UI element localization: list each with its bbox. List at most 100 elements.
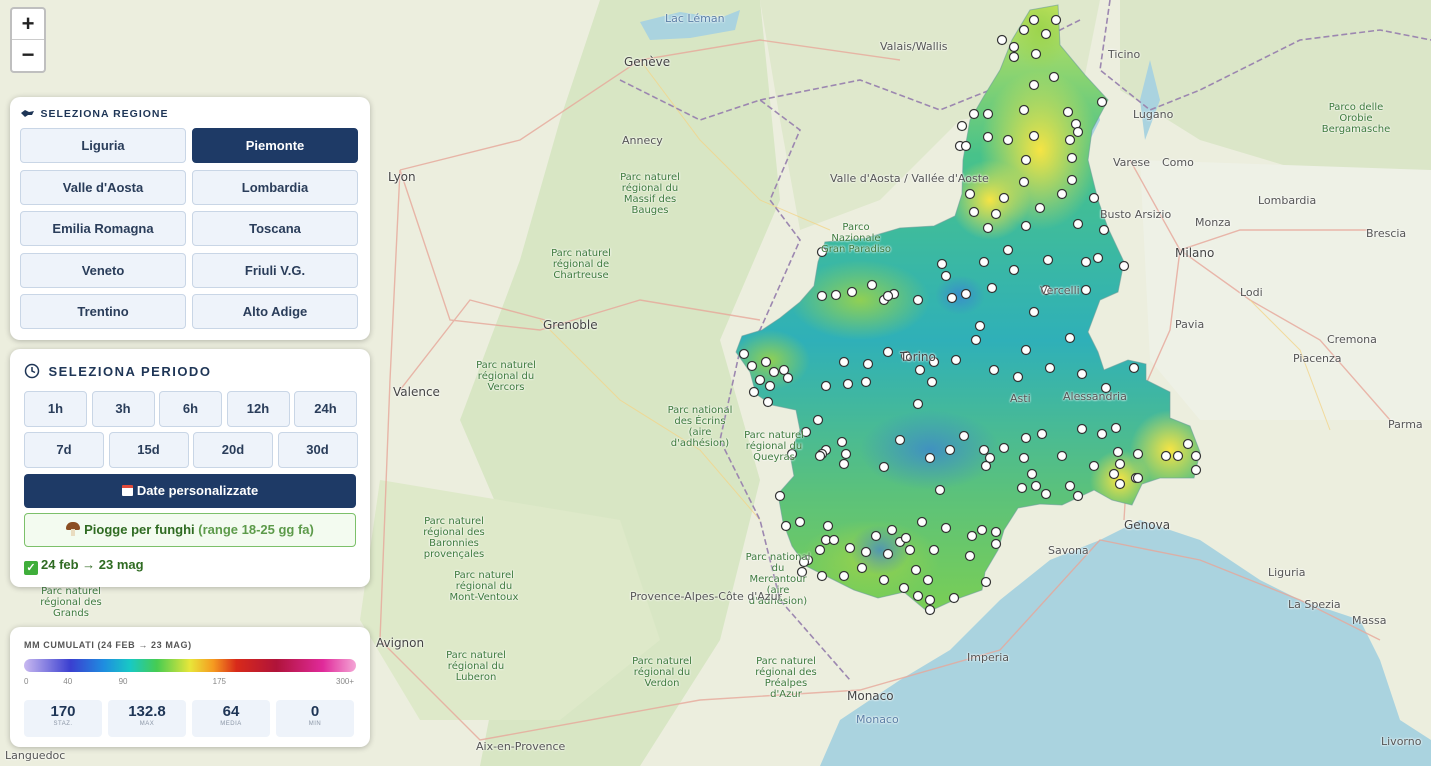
station-marker[interactable] — [1020, 432, 1032, 444]
station-marker[interactable] — [900, 532, 912, 544]
station-marker[interactable] — [1008, 264, 1020, 276]
station-marker[interactable] — [956, 120, 968, 132]
region-button-toscana[interactable]: Toscana — [192, 211, 358, 246]
station-marker[interactable] — [844, 542, 856, 554]
station-marker[interactable] — [1028, 79, 1040, 91]
station-marker[interactable] — [1018, 104, 1030, 116]
station-marker[interactable] — [990, 208, 1002, 220]
station-marker[interactable] — [774, 490, 786, 502]
station-marker[interactable] — [1056, 188, 1068, 200]
station-marker[interactable] — [958, 430, 970, 442]
station-marker[interactable] — [982, 108, 994, 120]
station-marker[interactable] — [1064, 134, 1076, 146]
station-marker[interactable] — [1096, 96, 1108, 108]
station-marker[interactable] — [860, 546, 872, 558]
station-marker[interactable] — [1076, 368, 1088, 380]
zoom-in-button[interactable]: + — [12, 9, 44, 40]
station-marker[interactable] — [1118, 260, 1130, 272]
station-marker[interactable] — [846, 286, 858, 298]
region-button-emilia-romagna[interactable]: Emilia Romagna — [20, 211, 186, 246]
station-marker[interactable] — [966, 530, 978, 542]
station-marker[interactable] — [738, 348, 750, 360]
station-marker[interactable] — [1044, 362, 1056, 374]
station-marker[interactable] — [816, 290, 828, 302]
station-marker[interactable] — [816, 570, 828, 582]
station-marker[interactable] — [1072, 490, 1084, 502]
period-button-15d[interactable]: 15d — [108, 432, 189, 468]
custom-dates-button[interactable]: Date personalizzate — [24, 474, 356, 508]
station-marker[interactable] — [1028, 14, 1040, 26]
station-marker[interactable] — [998, 192, 1010, 204]
station-marker[interactable] — [968, 206, 980, 218]
station-marker[interactable] — [914, 364, 926, 376]
station-marker[interactable] — [782, 372, 794, 384]
station-marker[interactable] — [912, 398, 924, 410]
station-marker[interactable] — [830, 289, 842, 301]
station-marker[interactable] — [1066, 152, 1078, 164]
station-marker[interactable] — [1018, 24, 1030, 36]
station-marker[interactable] — [1020, 220, 1032, 232]
station-marker[interactable] — [1110, 422, 1122, 434]
station-marker[interactable] — [754, 374, 766, 386]
station-marker[interactable] — [950, 354, 962, 366]
station-marker[interactable] — [1132, 448, 1144, 460]
station-marker[interactable] — [928, 544, 940, 556]
station-marker[interactable] — [1072, 126, 1084, 138]
station-marker[interactable] — [934, 484, 946, 496]
station-marker[interactable] — [964, 550, 976, 562]
station-marker[interactable] — [960, 140, 972, 152]
station-marker[interactable] — [1108, 468, 1120, 480]
station-marker[interactable] — [838, 570, 850, 582]
station-marker[interactable] — [1008, 41, 1020, 53]
station-marker[interactable] — [814, 544, 826, 556]
station-marker[interactable] — [936, 258, 948, 270]
station-marker[interactable] — [836, 436, 848, 448]
station-marker[interactable] — [980, 460, 992, 472]
station-marker[interactable] — [978, 444, 990, 456]
station-marker[interactable] — [1172, 450, 1184, 462]
station-marker[interactable] — [1114, 478, 1126, 490]
station-marker[interactable] — [912, 294, 924, 306]
station-marker[interactable] — [1040, 28, 1052, 40]
station-marker[interactable] — [866, 279, 878, 291]
station-marker[interactable] — [1190, 464, 1202, 476]
station-marker[interactable] — [1080, 256, 1092, 268]
station-marker[interactable] — [762, 396, 774, 408]
station-marker[interactable] — [1020, 154, 1032, 166]
station-marker[interactable] — [1016, 482, 1028, 494]
station-marker[interactable] — [1002, 134, 1014, 146]
station-marker[interactable] — [856, 562, 868, 574]
station-marker[interactable] — [1008, 51, 1020, 63]
station-marker[interactable] — [1028, 306, 1040, 318]
station-marker[interactable] — [1064, 480, 1076, 492]
station-marker[interactable] — [910, 564, 922, 576]
station-marker[interactable] — [882, 346, 894, 358]
station-marker[interactable] — [1056, 450, 1068, 462]
station-marker[interactable] — [860, 376, 872, 388]
zoom-out-button[interactable]: − — [12, 40, 44, 70]
region-button-piemonte[interactable]: Piemonte — [192, 128, 358, 163]
station-marker[interactable] — [924, 452, 936, 464]
station-marker[interactable] — [990, 526, 1002, 538]
station-marker[interactable] — [1092, 252, 1104, 264]
period-button-12h[interactable]: 12h — [226, 391, 290, 427]
station-marker[interactable] — [970, 334, 982, 346]
station-marker[interactable] — [1076, 423, 1088, 435]
period-button-3h[interactable]: 3h — [91, 391, 155, 427]
station-marker[interactable] — [882, 290, 894, 302]
station-marker[interactable] — [760, 356, 772, 368]
station-marker[interactable] — [780, 520, 792, 532]
station-marker[interactable] — [1042, 254, 1054, 266]
period-button-1h[interactable]: 1h — [24, 391, 87, 427]
station-marker[interactable] — [1088, 192, 1100, 204]
station-marker[interactable] — [822, 520, 834, 532]
station-marker[interactable] — [904, 544, 916, 556]
station-marker[interactable] — [1114, 458, 1126, 470]
station-marker[interactable] — [960, 288, 972, 300]
station-marker[interactable] — [1018, 176, 1030, 188]
period-button-6h[interactable]: 6h — [159, 391, 222, 427]
station-marker[interactable] — [986, 282, 998, 294]
station-marker[interactable] — [1080, 284, 1092, 296]
station-marker[interactable] — [814, 450, 826, 462]
period-button-30d[interactable]: 30d — [277, 432, 358, 468]
